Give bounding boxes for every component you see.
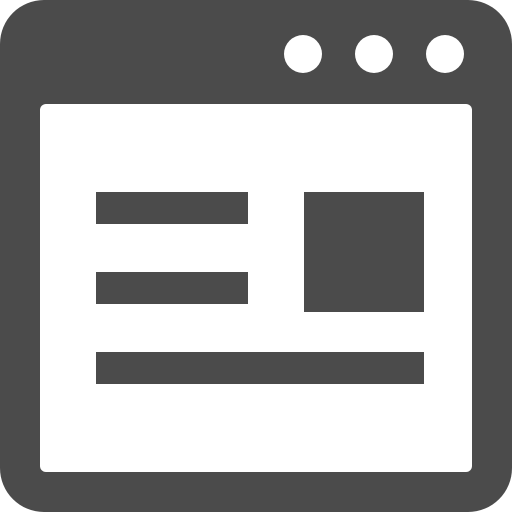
window-content-area	[40, 104, 472, 472]
text-line-placeholder	[96, 192, 248, 224]
window-titlebar	[0, 0, 512, 104]
window-dot-icon	[426, 35, 464, 73]
image-placeholder-icon	[304, 192, 424, 312]
window-dot-icon	[355, 35, 393, 73]
text-line-placeholder	[96, 272, 248, 304]
browser-window-icon	[0, 0, 512, 512]
window-dot-icon	[284, 35, 322, 73]
text-line-placeholder	[96, 352, 424, 384]
